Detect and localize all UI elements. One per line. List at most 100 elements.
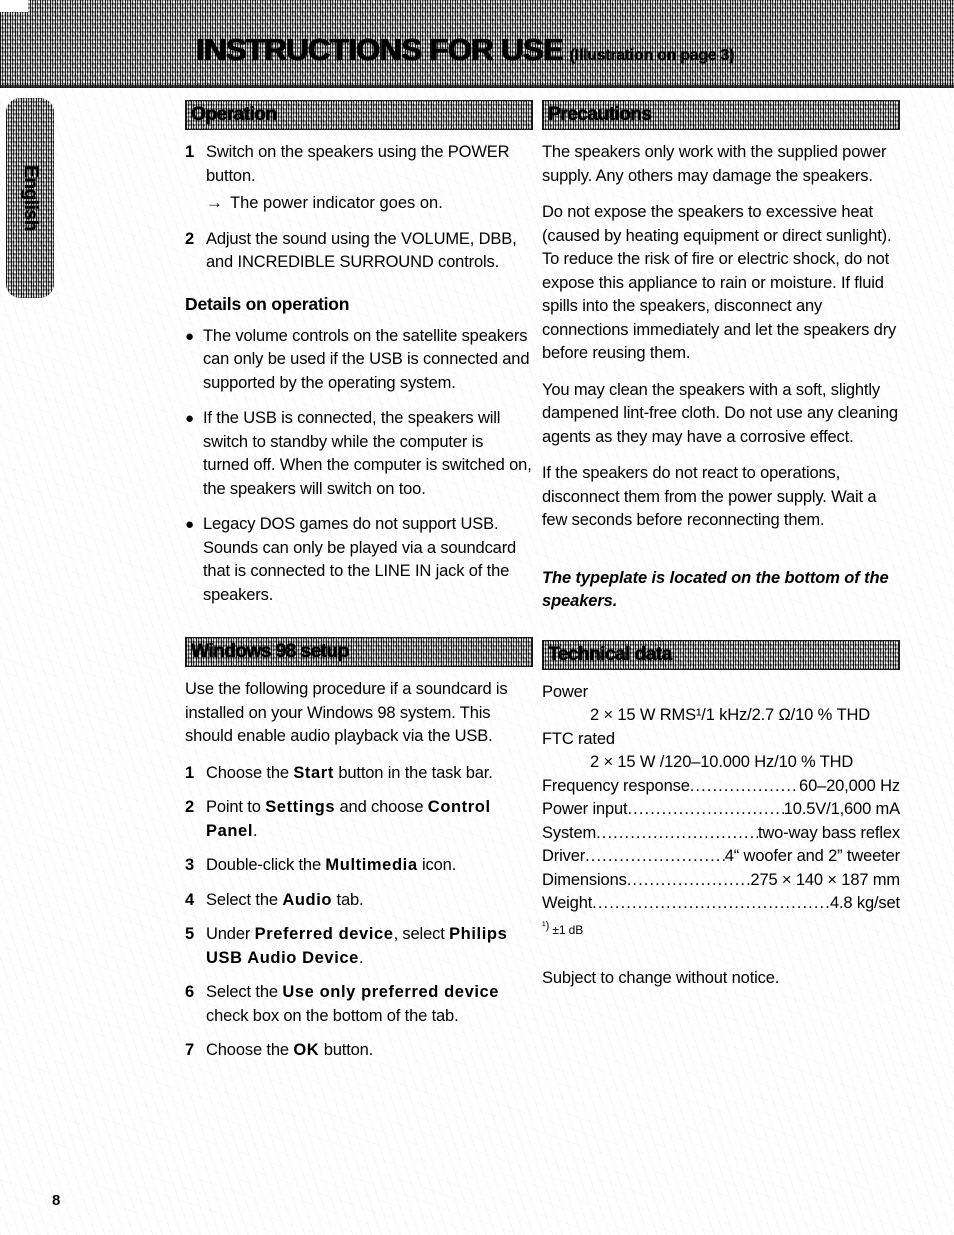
page-subtitle: (Illustration on page 3): [569, 47, 735, 64]
spec-value: 60–20,000 Hz: [799, 776, 900, 795]
step-text-post: button.: [319, 1041, 374, 1059]
step-number: 7: [185, 1041, 195, 1059]
left-column: Operation 1 Switch on the speakers using…: [185, 100, 533, 1074]
spec-label: Weight: [542, 894, 593, 912]
step-text-post: .: [253, 821, 258, 840]
windows-step-4: 4 Select the Audio tab.: [185, 889, 533, 913]
step-text-pre: Point to: [206, 798, 266, 816]
ui-label-preferred-device: Preferred device: [254, 925, 394, 943]
masthead-left-notch: [0, 0, 28, 12]
dot-leader: ........................................…: [689, 776, 799, 795]
ui-label-use-only-preferred-device: Use only preferred device: [282, 983, 500, 1001]
precautions-paragraph: The speakers only work with the supplied…: [542, 143, 887, 185]
details-bullet: ● If the USB is connected, the speakers …: [185, 407, 533, 501]
step-text: Under Preferred device, select Philips U…: [206, 923, 533, 970]
step-number: 1: [185, 143, 195, 161]
precautions-paragraph: You may clean the speakers with a soft, …: [542, 380, 898, 446]
details-bullet: ● Legacy DOS games do not support USB. S…: [185, 513, 533, 607]
step-number: 3: [185, 856, 195, 874]
step-number: 5: [185, 925, 195, 943]
arrow-note-text: The power indicator goes on.: [230, 194, 443, 212]
step-text-pre: Select the: [206, 890, 283, 909]
step-number: 2: [185, 798, 195, 816]
spec-row: Power input ............................…: [542, 798, 900, 822]
windows-step-2: 2 Point to Settings and choose Control P…: [185, 796, 533, 843]
step-text: Switch on the speakers using the POWER b…: [206, 143, 510, 185]
spec-row: Weight .................................…: [542, 892, 900, 916]
ui-label-start: Start: [293, 763, 334, 782]
spec-label: Driver: [542, 847, 586, 865]
spec-row: Dimensions .............................…: [542, 869, 900, 893]
operation-arrow-note: → The power indicator goes on.: [206, 192, 533, 216]
section-header-windows-98-setup-label: Windows 98 setup: [191, 641, 349, 662]
masthead-title-wrap: INSTRUCTIONS FOR USE (Illustration on pag…: [0, 32, 954, 68]
spec-row: System .................................…: [542, 822, 900, 846]
precautions-paragraph: If the speakers do not react to operatio…: [542, 464, 877, 529]
ui-label-multimedia: Multimedia: [325, 856, 418, 874]
language-tab-label: English: [20, 165, 41, 231]
page-number: 8: [52, 1192, 61, 1209]
tech-ftc-value: 2 × 15 W /120–10.000 Hz/10 % THD: [590, 753, 854, 771]
step-text: Double-click the Multimedia icon.: [206, 854, 533, 878]
step-number: 6: [185, 983, 195, 1001]
technical-footnote: ¹) ±1 dB: [542, 918, 900, 938]
section-header-technical-data: Technical data: [542, 639, 900, 670]
step-text-post: icon.: [417, 856, 457, 874]
operation-step-1: 1 Switch on the speakers using the POWER…: [185, 141, 533, 188]
footnote-text: ±1 dB: [552, 922, 584, 937]
step-number: 1: [185, 763, 195, 782]
bullet-dot-icon: ●: [185, 327, 194, 345]
bullet-dot-icon: ●: [185, 410, 194, 427]
operation-step-2: 2 Adjust the sound using the VOLUME, DBB…: [185, 228, 533, 275]
typeplate-note: The typeplate is located on the bottom o…: [542, 568, 889, 611]
spec-label: Dimensions: [542, 870, 627, 889]
step-text: Adjust the sound using the VOLUME, DBB, …: [206, 229, 517, 272]
bullet-text: If the USB is connected, the speakers wi…: [203, 409, 532, 498]
step-text-pre: Choose the: [206, 763, 294, 782]
step-text: Select the Use only preferred device che…: [206, 981, 533, 1028]
dot-leader: ........................................…: [626, 870, 751, 889]
step-text-mid: and choose: [335, 798, 428, 816]
page-masthead: INSTRUCTIONS FOR USE (Illustration on pag…: [0, 0, 954, 88]
bullet-text: Legacy DOS games do not support USB. Sou…: [203, 515, 517, 604]
step-text-pre: Select the: [206, 983, 283, 1001]
step-text: Select the Audio tab.: [206, 889, 533, 913]
footnote-marker: ¹): [542, 919, 550, 932]
right-column: Precautions The speakers only work with …: [542, 100, 900, 990]
step-text-pre: Double-click the: [206, 856, 326, 874]
dot-leader: ........................................…: [627, 800, 783, 818]
step-text-mid: , select: [393, 925, 450, 943]
step-number: 4: [185, 890, 195, 909]
section-header-technical-data-label: Technical data: [548, 643, 672, 665]
tech-ftc-label: FTC rated: [542, 729, 615, 748]
windows-step-6: 6 Select the Use only preferred device c…: [185, 981, 533, 1028]
dot-leader: ........................................…: [585, 847, 725, 865]
step-text-post: .: [358, 948, 364, 967]
step-text-post: button in the task bar.: [333, 763, 493, 782]
step-text: Choose the Start button in the task bar.: [206, 762, 533, 786]
ui-label-audio: Audio: [282, 890, 333, 909]
spec-value: two-way bass reflex: [757, 823, 900, 842]
spec-row: Driver .................................…: [542, 845, 900, 869]
section-header-operation-label: Operation: [191, 104, 277, 125]
ui-label-ok: OK: [293, 1041, 320, 1059]
spec-value: 10.5V/1,600 mA: [783, 800, 900, 818]
precautions-paragraph: Do not expose the speakers to excessive …: [542, 203, 897, 362]
bullet-dot-icon: ●: [185, 516, 194, 533]
spec-value: 4.8 kg/set: [829, 894, 900, 912]
step-text: Point to Settings and choose Control Pan…: [206, 796, 533, 843]
subheading-details-on-operation: Details on operation: [185, 293, 350, 314]
windows-setup-intro: Use the following procedure if a soundca…: [185, 680, 508, 745]
tech-power-label: Power: [542, 682, 589, 701]
windows-step-5: 5 Under Preferred device, select Philips…: [185, 923, 533, 970]
spec-label: System: [542, 823, 597, 842]
step-text: Choose the OK button.: [206, 1039, 533, 1063]
windows-step-1: 1 Choose the Start button in the task ba…: [185, 762, 533, 786]
spec-row: Frequency response .....................…: [542, 775, 900, 799]
windows-step-3: 3 Double-click the Multimedia icon.: [185, 854, 533, 878]
section-header-windows-98-setup: Windows 98 setup: [185, 637, 533, 667]
section-header-precautions-label: Precautions: [548, 104, 652, 125]
right-arrow-icon: →: [206, 193, 223, 212]
